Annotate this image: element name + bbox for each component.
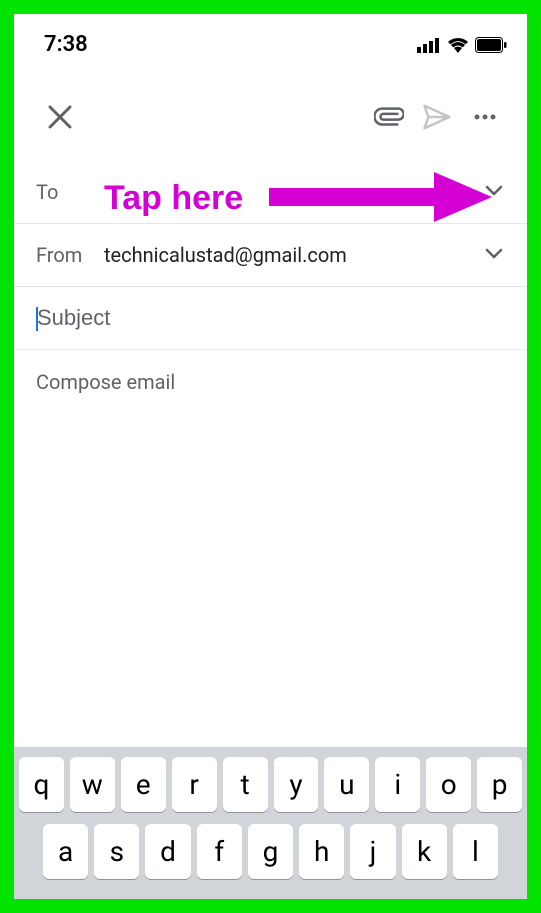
key-q[interactable]: q — [19, 757, 64, 812]
send-icon — [422, 102, 452, 132]
key-g[interactable]: g — [248, 824, 293, 879]
key-r[interactable]: r — [172, 757, 217, 812]
key-l[interactable]: l — [453, 824, 498, 879]
battery-icon — [475, 37, 507, 53]
key-p[interactable]: p — [477, 757, 522, 812]
wifi-icon — [447, 37, 469, 53]
from-dropdown-button[interactable] — [483, 242, 505, 268]
status-time: 7:38 — [44, 32, 88, 57]
signal-icon — [417, 37, 441, 53]
close-button[interactable] — [36, 93, 84, 141]
more-icon — [472, 104, 498, 130]
key-s[interactable]: s — [94, 824, 139, 879]
chevron-down-icon — [483, 242, 505, 264]
send-button[interactable] — [413, 93, 461, 141]
key-i[interactable]: i — [375, 757, 420, 812]
to-label: To — [36, 180, 92, 204]
more-button[interactable] — [461, 93, 509, 141]
keyboard-row-1: q w e r t y u i o p — [19, 757, 522, 812]
expand-recipients-button[interactable] — [483, 179, 505, 205]
keyboard: q w e r t y u i o p a s d f g h j k l — [14, 747, 527, 899]
key-u[interactable]: u — [324, 757, 369, 812]
subject-row[interactable] — [14, 287, 527, 350]
key-k[interactable]: k — [402, 824, 447, 879]
key-o[interactable]: o — [426, 757, 471, 812]
from-row[interactable]: From technicalustad@gmail.com — [14, 224, 527, 287]
compose-toolbar — [14, 65, 527, 161]
chevron-down-icon — [483, 179, 505, 201]
key-y[interactable]: y — [274, 757, 319, 812]
text-cursor — [36, 307, 38, 331]
body-area[interactable] — [14, 350, 527, 747]
key-e[interactable]: e — [121, 757, 166, 812]
key-a[interactable]: a — [43, 824, 88, 879]
screen-frame: 7:38 — [14, 14, 527, 899]
body-input[interactable] — [36, 370, 505, 727]
key-j[interactable]: j — [350, 824, 395, 879]
close-icon — [47, 104, 73, 130]
keyboard-row-2: a s d f g h j k l — [19, 824, 522, 879]
key-t[interactable]: t — [223, 757, 268, 812]
key-d[interactable]: d — [145, 824, 190, 879]
key-h[interactable]: h — [299, 824, 344, 879]
status-bar: 7:38 — [14, 14, 527, 65]
subject-input[interactable] — [36, 305, 505, 331]
from-value: technicalustad@gmail.com — [92, 243, 347, 267]
from-label: From — [36, 243, 92, 267]
status-indicators — [417, 37, 507, 53]
to-row[interactable]: To — [14, 161, 527, 224]
key-w[interactable]: w — [70, 757, 115, 812]
key-f[interactable]: f — [197, 824, 242, 879]
attach-button[interactable] — [365, 93, 413, 141]
paperclip-icon — [374, 102, 404, 132]
